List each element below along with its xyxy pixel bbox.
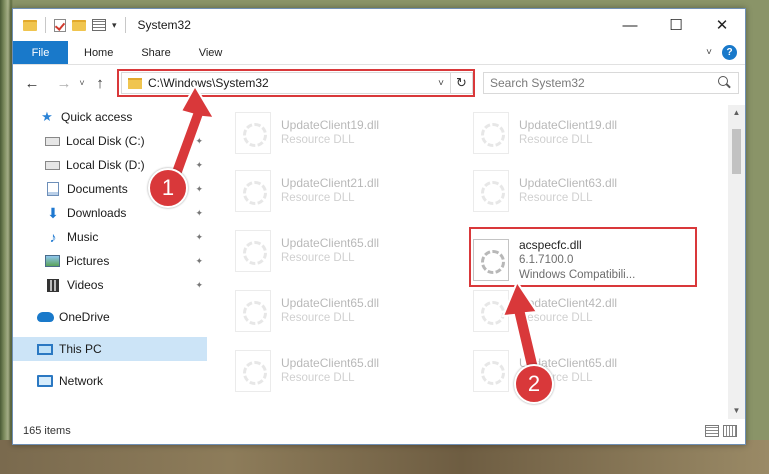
callout-arrow-2 — [501, 279, 542, 377]
step-2-badge: 2 — [514, 364, 554, 404]
callout-arrows — [168, 83, 542, 377]
step-1-badge: 1 — [148, 168, 188, 208]
callout-arrow-1 — [168, 83, 216, 180]
